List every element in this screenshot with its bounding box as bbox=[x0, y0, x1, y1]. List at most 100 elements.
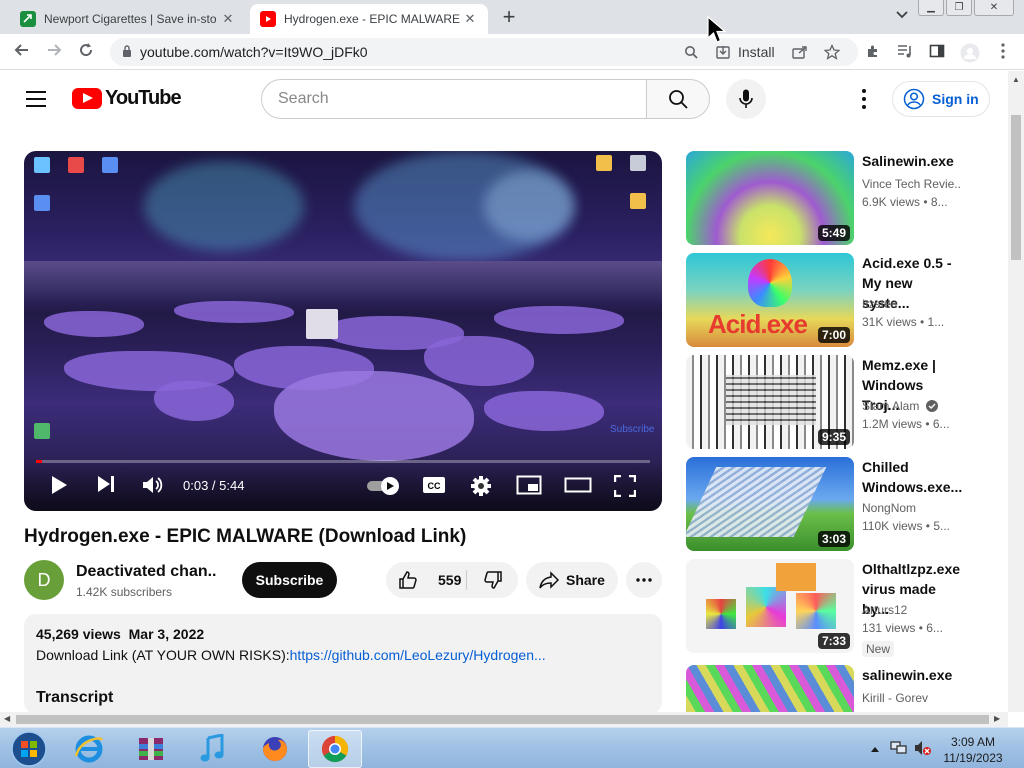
youtube-favicon-icon bbox=[260, 11, 276, 27]
bookmark-star-icon[interactable] bbox=[824, 38, 840, 66]
thumbs-down-icon bbox=[483, 571, 502, 589]
fullscreen-icon[interactable] bbox=[613, 474, 637, 500]
volume-icon[interactable] bbox=[142, 475, 164, 498]
tab-search-chevron-icon[interactable] bbox=[896, 8, 908, 22]
sign-in-button[interactable]: Sign in bbox=[892, 81, 990, 117]
chrome-menu-dots-icon[interactable] bbox=[994, 43, 1012, 61]
color-tile-graphic bbox=[776, 563, 816, 591]
progress-bar[interactable] bbox=[36, 460, 650, 463]
subscribe-button[interactable]: Subscribe bbox=[242, 562, 337, 598]
desktop-computer-icon bbox=[34, 157, 50, 173]
scroll-left-arrow-icon[interactable]: ◀ bbox=[4, 714, 10, 723]
subscriber-count: 1.42K subscribers bbox=[76, 585, 173, 599]
side-panel-icon[interactable] bbox=[928, 43, 946, 61]
itunes-music-icon[interactable] bbox=[186, 730, 240, 768]
vertical-scrollbar[interactable]: ▲ bbox=[1008, 71, 1024, 712]
video-thumbnail[interactable]: 5:49 bbox=[686, 151, 854, 245]
media-control-icon[interactable] bbox=[896, 43, 914, 61]
scroll-up-arrow-icon[interactable]: ▲ bbox=[1012, 75, 1020, 84]
restore-button[interactable]: ❐ bbox=[946, 0, 972, 16]
video-player[interactable]: Subscribe 0:03 / 5:44 CC bbox=[24, 151, 662, 511]
rec-channel[interactable]: Itzsten bbox=[862, 297, 962, 311]
search-button[interactable] bbox=[646, 79, 710, 119]
rec-channel[interactable]: Arturs12 bbox=[862, 603, 962, 617]
network-tray-icon[interactable] bbox=[890, 740, 908, 761]
dislike-button[interactable] bbox=[467, 562, 518, 598]
play-icon[interactable] bbox=[50, 475, 68, 498]
more-actions-button[interactable] bbox=[626, 562, 662, 598]
chrome-taskbar-icon[interactable] bbox=[308, 730, 362, 768]
aurora-glow bbox=[144, 161, 304, 251]
address-bar[interactable]: youtube.com/watch?v=It9WO_jDFk0 Install bbox=[110, 38, 858, 66]
vertical-scroll-thumb[interactable] bbox=[1011, 115, 1021, 260]
back-arrow-icon[interactable] bbox=[12, 42, 32, 63]
share-button[interactable]: Share bbox=[526, 562, 618, 598]
voice-search-button[interactable] bbox=[726, 79, 766, 119]
recommendation-item[interactable]: Acid.exe 7:00 Acid.exe 0.5 - My new syste… bbox=[686, 253, 962, 347]
channel-name[interactable]: Deactivated chan... bbox=[76, 563, 216, 581]
channel-avatar[interactable]: D bbox=[24, 560, 64, 600]
video-thumbnail[interactable] bbox=[686, 665, 854, 712]
volume-muted-tray-icon[interactable] bbox=[914, 740, 932, 761]
tab-close-icon[interactable]: ✕ bbox=[220, 11, 236, 27]
internet-explorer-icon[interactable] bbox=[62, 730, 116, 768]
hamburger-menu-icon[interactable] bbox=[26, 91, 46, 107]
recommendation-item[interactable]: 3:03 Chilled Windows.exe... NongNom 110K … bbox=[686, 457, 962, 551]
rec-channel[interactable]: Kirill - Gorev bbox=[862, 691, 962, 705]
horizontal-scroll-thumb[interactable] bbox=[16, 715, 989, 724]
tab-close-icon[interactable]: ✕ bbox=[462, 11, 478, 27]
tab-hydrogen[interactable]: Hydrogen.exe - EPIC MALWARE ( ✕ bbox=[250, 4, 488, 34]
theater-mode-icon[interactable] bbox=[564, 475, 592, 498]
profile-avatar-icon[interactable] bbox=[960, 43, 980, 63]
firefox-icon[interactable] bbox=[248, 730, 302, 768]
video-thumbnail[interactable]: 3:03 bbox=[686, 457, 854, 551]
system-clock[interactable]: 3:09 AM 11/19/2023 bbox=[934, 734, 1012, 766]
show-hidden-icons-arrow-icon[interactable] bbox=[870, 740, 880, 758]
scroll-right-arrow-icon[interactable]: ▶ bbox=[994, 714, 1000, 723]
ice-floe bbox=[154, 381, 234, 421]
settings-dots-icon[interactable] bbox=[856, 89, 872, 109]
zoom-search-icon[interactable] bbox=[684, 38, 698, 66]
horizontal-scrollbar[interactable]: ◀ ▶ bbox=[0, 712, 1008, 727]
autoplay-toggle[interactable] bbox=[366, 475, 402, 498]
search-input[interactable]: Search bbox=[261, 79, 647, 119]
video-thumbnail[interactable]: 7:33 bbox=[686, 559, 854, 653]
github-link[interactable]: https://github.com/LeoLezury/Hydrogen... bbox=[290, 647, 546, 663]
extensions-puzzle-icon[interactable] bbox=[864, 43, 882, 61]
rec-channel[interactable]: Vince Tech Revie... bbox=[862, 177, 962, 191]
window-controls: ▁ ❐ ✕ bbox=[918, 0, 1014, 16]
miniplayer-icon[interactable] bbox=[516, 475, 542, 498]
browser-tab-strip: Newport Cigarettes | Save in-sto ✕ Hydro… bbox=[0, 0, 1024, 34]
video-thumbnail[interactable]: 9:35 bbox=[686, 355, 854, 449]
rec-channel[interactable]: NongNom bbox=[862, 501, 962, 515]
minimize-button[interactable]: ▁ bbox=[918, 0, 944, 16]
mountains bbox=[24, 261, 662, 301]
recommendation-item[interactable]: 7:33 Olthaltlzpz.exe virus made by... Art… bbox=[686, 559, 962, 657]
settings-gear-icon[interactable] bbox=[470, 475, 492, 500]
recommendation-item[interactable]: 5:49 Salinewin.exe Vince Tech Revie... 6… bbox=[686, 151, 962, 245]
forward-arrow-icon[interactable] bbox=[44, 42, 64, 63]
next-video-icon[interactable] bbox=[96, 475, 116, 496]
youtube-logo[interactable]: YouTube bbox=[72, 87, 182, 110]
like-dislike-group: 559 bbox=[386, 562, 518, 598]
video-thumbnail[interactable]: Acid.exe 7:00 bbox=[686, 253, 854, 347]
close-window-button[interactable]: ✕ bbox=[974, 0, 1014, 16]
account-circle-icon bbox=[903, 88, 925, 110]
recommendation-item[interactable]: 9:35 Memz.exe | Windows Troj... Siam Alam… bbox=[686, 355, 962, 449]
install-icon bbox=[716, 46, 730, 59]
new-tab-plus-icon[interactable]: + bbox=[498, 6, 520, 28]
rec-channel[interactable]: Siam Alam bbox=[862, 399, 962, 413]
recommendation-item[interactable]: salinewin.exe Kirill - Gorev bbox=[686, 665, 962, 712]
share-page-icon[interactable] bbox=[792, 38, 808, 66]
reload-icon[interactable] bbox=[76, 42, 96, 63]
search-placeholder: Search bbox=[278, 90, 329, 107]
ice-floe bbox=[424, 336, 534, 386]
captions-icon[interactable]: CC bbox=[422, 475, 446, 498]
archive-app-icon[interactable] bbox=[124, 730, 178, 768]
tab-newport[interactable]: Newport Cigarettes | Save in-sto ✕ bbox=[10, 4, 246, 34]
like-button[interactable]: 559 bbox=[386, 562, 466, 598]
share-arrow-icon bbox=[539, 571, 560, 589]
start-orb-icon[interactable] bbox=[2, 730, 56, 768]
description-box[interactable]: 45,269 views Mar 3, 2022 Download Link (… bbox=[24, 614, 662, 714]
ice-floe bbox=[44, 311, 144, 337]
